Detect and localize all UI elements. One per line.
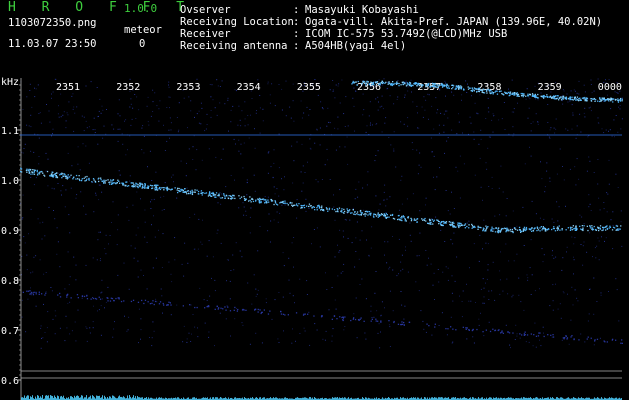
file-name: 1103072350.png (8, 17, 97, 29)
location-sep: : (293, 16, 300, 28)
antenna-value: A504HB(yagi 4el) (305, 40, 407, 52)
y-tick-label: 1.1 (1, 126, 19, 137)
time-tick-label: 0000 (598, 82, 622, 93)
y-axis-label: kHz (1, 77, 19, 88)
antenna-label: Receiving antenna (180, 40, 288, 52)
location-value: Ogata-vill. Akita-Pref. JAPAN (139.96E, … (305, 16, 603, 28)
antenna-sep: : (293, 40, 300, 52)
app-title: H R O F F T (8, 0, 194, 15)
file-datetime: 11.03.07 23:50 (8, 38, 97, 50)
y-tick-label: 0.8 (1, 276, 19, 287)
observer-value: Masayuki Kobayashi (305, 4, 419, 16)
y-tick-label: 0.7 (1, 326, 19, 337)
observer-sep: : (293, 4, 300, 16)
time-tick-label: 2352 (116, 82, 140, 93)
location-label: Receiving Location (180, 16, 294, 28)
spectrogram-panel: 2351 2352 2353 2354 2355 2356 2357 2358 2359 0000… (0, 58, 629, 400)
spectrogram-chart: 2351 2352 2353 2354 2355 2356 2357 2358 2359 0000… (1, 77, 623, 400)
time-tick-label: 2355 (297, 82, 321, 93)
header-panel: H R O F F T 1.0.0 1103072350.png 11.03.0… (0, 0, 629, 58)
y-tick-label: 0.9 (1, 226, 19, 237)
noise-field (20, 78, 623, 349)
meteor-label: meteor (124, 24, 162, 36)
time-tick-label: 2351 (56, 82, 80, 93)
time-tick-label: 2353 (176, 82, 200, 93)
y-tick-label: 0.6 (1, 376, 19, 387)
meteor-count: 0 (139, 38, 146, 50)
y-tick-label: 1.0 (1, 176, 19, 187)
receiver-sep: : (293, 28, 300, 40)
time-tick-label: 2354 (237, 82, 261, 93)
time-tick-label: 2359 (538, 82, 562, 93)
receiver-label: Receiver (180, 28, 231, 40)
signal-trace-main (20, 167, 622, 234)
observer-label: Ovserver (180, 4, 231, 16)
receiver-value: ICOM IC-575 53.7492(@LCD)MHz USB (305, 28, 508, 40)
signal-trace-faint (22, 290, 623, 344)
app-version: 1.0.0 (124, 2, 158, 15)
noise-floor-strip (21, 395, 622, 400)
hroft-window: H R O F F T 1.0.0 1103072350.png 11.03.0… (0, 0, 629, 400)
